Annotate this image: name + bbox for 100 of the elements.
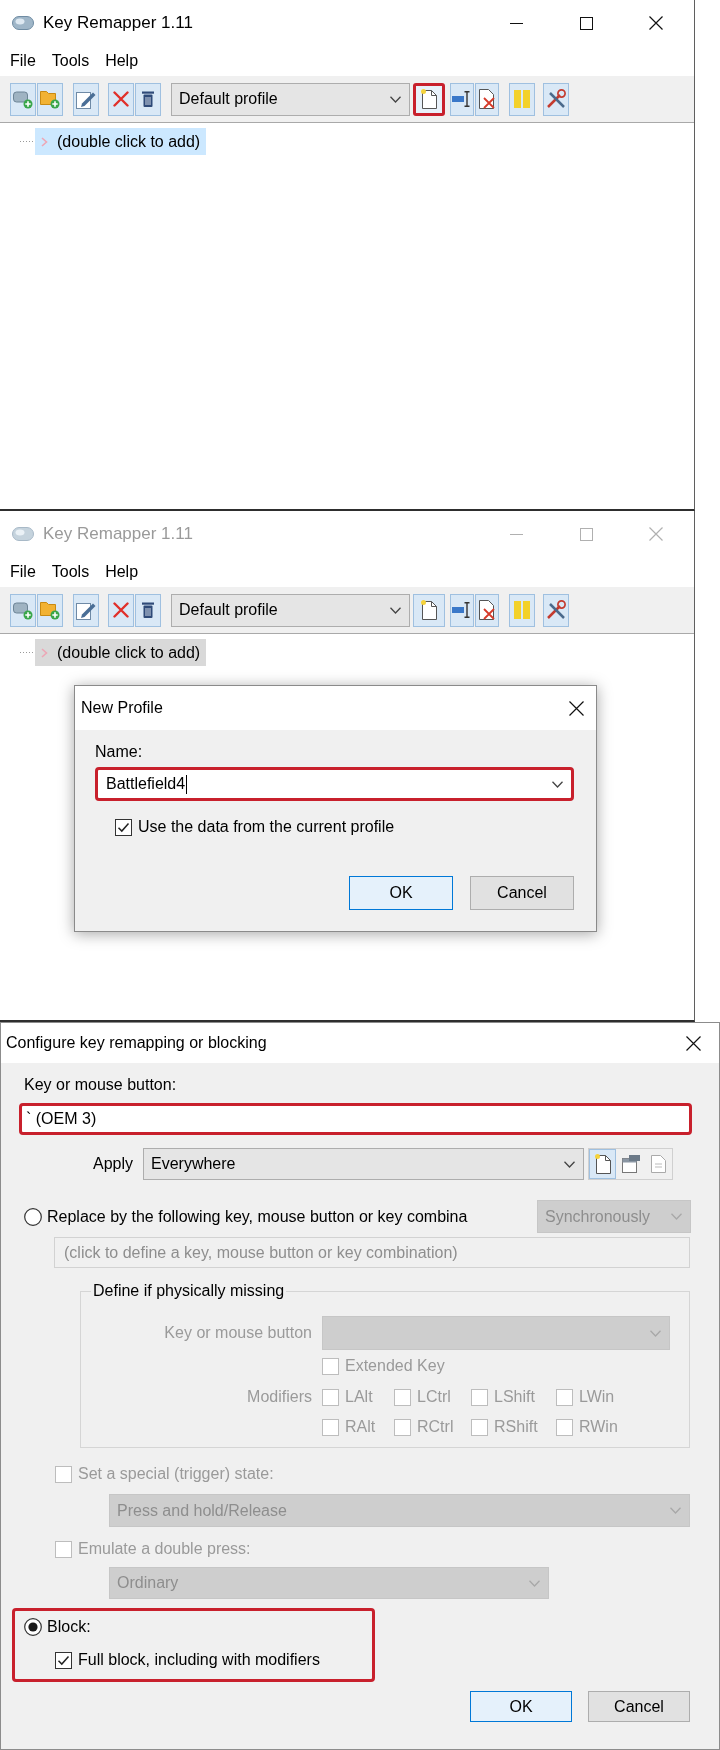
delete-icon: [113, 602, 129, 618]
capsule-icon: [12, 527, 34, 541]
name-combobox[interactable]: Battlefield4: [95, 767, 574, 801]
dialog-title: New Profile: [81, 699, 163, 717]
tree-item[interactable]: (double click to add): [35, 128, 207, 155]
toolbar-button[interactable]: [543, 593, 569, 627]
checkbox-label: Emulate a double press:: [78, 1540, 251, 1558]
dialog-button[interactable]: Cancel: [470, 876, 574, 910]
new-profile-button[interactable]: [413, 82, 445, 116]
toolbar-button[interactable]: [475, 593, 499, 627]
field-label: Key or mouse button:: [24, 1075, 177, 1095]
maximize-icon: [579, 527, 593, 541]
trash-icon: [142, 91, 154, 107]
menu-item[interactable]: Tools: [43, 561, 98, 583]
minimize-icon: [509, 533, 523, 535]
toolbar-button[interactable]: [135, 593, 161, 627]
profile-dropdown[interactable]: Default profile: [171, 593, 410, 627]
trash-icon: [142, 602, 154, 618]
checkbox-label: RShift: [494, 1418, 538, 1436]
field-label: Key or mouse button: [164, 1324, 312, 1342]
document-delete-icon: [479, 600, 495, 620]
new-document-icon: [421, 600, 437, 620]
dialog-button[interactable]: OK: [349, 876, 453, 910]
radio-button[interactable]: [24, 1207, 42, 1226]
tree-item[interactable]: (double click to add): [35, 639, 207, 666]
tree-connector: [20, 141, 34, 142]
document-icon: [651, 1155, 666, 1173]
checkbox-label: Set a special (trigger) state:: [78, 1465, 274, 1483]
menu-item[interactable]: File: [2, 561, 44, 583]
toolbar-button[interactable]: [73, 593, 99, 627]
toolbar-button[interactable]: [108, 82, 134, 116]
toolbar-button[interactable]: [450, 593, 474, 627]
chevron-down-icon: [650, 1329, 661, 1337]
field-label: Modifiers: [247, 1388, 312, 1406]
checkbox-label: LShift: [494, 1388, 535, 1406]
checkbox-label: RAlt: [345, 1418, 376, 1436]
chevron-right-icon: [41, 136, 48, 147]
checkbox[interactable]: [55, 1651, 72, 1669]
checkbox-label: LCtrl: [417, 1388, 451, 1406]
chevron-down-icon: [671, 1213, 682, 1220]
key-plus-icon: [13, 600, 33, 620]
tree-connector: [20, 652, 34, 653]
tools-icon: [546, 600, 566, 620]
new-document-icon: [594, 1154, 611, 1174]
checkbox[interactable]: [115, 818, 132, 836]
minimize-icon: [509, 22, 523, 24]
menu-item[interactable]: Help: [97, 561, 147, 583]
window-title: Key Remapper 1.11: [43, 13, 193, 33]
toolbar-button[interactable]: [475, 82, 499, 116]
chevron-down-icon: [564, 1160, 575, 1168]
bars-icon: [514, 601, 530, 619]
toolbar-button[interactable]: [73, 82, 99, 116]
bars-icon: [514, 90, 530, 108]
new-profile-button[interactable]: [413, 593, 445, 627]
pencil-paper-icon: [76, 600, 96, 620]
key-plus-icon: [13, 89, 33, 109]
menu-item[interactable]: Tools: [43, 50, 98, 72]
checkbox-label: Full block, including with modifiers: [78, 1651, 320, 1669]
chevron-down-icon: [670, 1507, 681, 1514]
dialog-title: Configure key remapping or blocking: [6, 1034, 267, 1052]
window-icon: [621, 1155, 640, 1173]
toolbar-button[interactable]: [589, 1149, 616, 1179]
apply-dropdown[interactable]: Everywhere: [143, 1148, 584, 1180]
toolbar-button[interactable]: [450, 82, 474, 116]
text-field-icon: [452, 602, 472, 618]
close-icon: [568, 700, 584, 716]
field-label: Name:: [95, 742, 143, 762]
text-field-icon: [452, 91, 472, 107]
capsule-icon: [12, 16, 34, 30]
group-title: Define if physically missing: [92, 1281, 286, 1301]
tools-icon: [546, 89, 566, 109]
chevron-right-icon: [41, 647, 48, 658]
radio-label: Block:: [47, 1618, 91, 1636]
field-label: Apply: [92, 1155, 133, 1173]
delete-icon: [113, 91, 129, 107]
toolbar-button[interactable]: [135, 82, 161, 116]
new-document-icon: [421, 89, 437, 109]
folder-plus-icon: [40, 89, 60, 109]
checkbox-label: RWin: [579, 1418, 618, 1436]
radio-button[interactable]: [24, 1618, 42, 1636]
window-title: Key Remapper 1.11: [43, 524, 193, 544]
chevron-down-icon: [529, 1579, 540, 1587]
dialog-button[interactable]: Cancel: [588, 1691, 690, 1722]
dialog-button[interactable]: OK: [470, 1691, 572, 1722]
close-icon: [685, 1035, 701, 1051]
folder-plus-icon: [40, 600, 60, 620]
checkbox-label: RCtrl: [417, 1418, 454, 1436]
menu-item[interactable]: File: [2, 50, 44, 72]
radio-label: Replace by the following key, mouse button or key combina: [47, 1207, 468, 1226]
chevron-down-icon: [390, 606, 401, 614]
profile-dropdown[interactable]: Default profile: [171, 82, 410, 116]
toolbar-button[interactable]: [543, 82, 569, 116]
toolbar-button[interactable]: [108, 593, 134, 627]
pencil-paper-icon: [76, 89, 96, 109]
checkbox-label: LAlt: [345, 1388, 373, 1406]
menu-item[interactable]: Help: [97, 50, 147, 72]
chevron-down-icon: [390, 95, 401, 103]
key-field[interactable]: ` (OEM 3): [19, 1103, 692, 1135]
maximize-icon: [579, 16, 593, 30]
close-icon: [649, 527, 663, 541]
